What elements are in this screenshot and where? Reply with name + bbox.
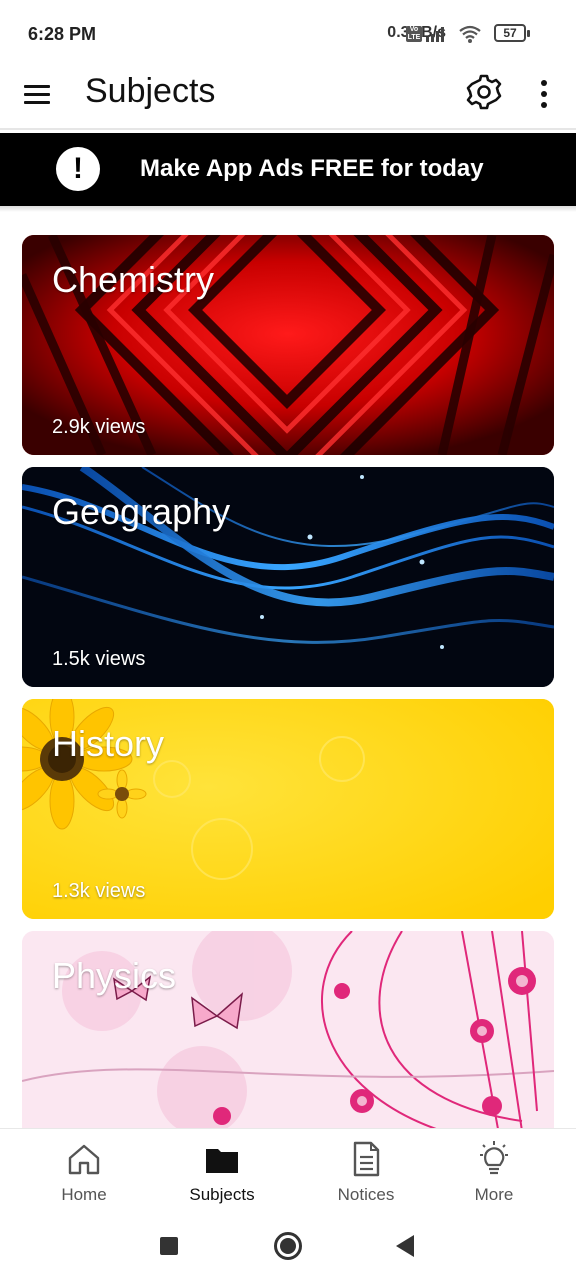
subject-list: Chemistry 2.9k views Geography 1.5k view…: [0, 212, 576, 1128]
more-vert-icon[interactable]: [530, 76, 558, 112]
nav-item-home[interactable]: Home: [29, 1129, 139, 1219]
subject-title: Physics: [52, 955, 177, 996]
nav-item-subjects[interactable]: Subjects: [167, 1129, 277, 1219]
page-title: Subjects: [85, 72, 216, 110]
home-icon: [68, 1144, 100, 1175]
subject-card-history[interactable]: History 1.3k views: [22, 699, 554, 919]
alert-icon: !: [56, 147, 100, 191]
subject-card-physics[interactable]: Physics: [22, 931, 554, 1128]
subject-title: History: [52, 723, 165, 764]
ad-free-banner[interactable]: ! Make App Ads FREE for today: [0, 133, 576, 206]
nav-item-notices[interactable]: Notices: [311, 1129, 421, 1219]
status-time: 6:28 PM: [28, 24, 97, 44]
document-icon: [353, 1141, 380, 1177]
subject-title: Chemistry: [52, 259, 215, 300]
subject-views: 1.5k views: [52, 648, 146, 670]
app-bar: Subjects: [0, 64, 576, 130]
subject-card-geography[interactable]: Geography 1.5k views: [22, 467, 554, 687]
volte-icon: Vo LTE: [406, 26, 422, 42]
subject-views: 1.3k views: [52, 880, 146, 902]
folder-icon: [206, 1149, 238, 1173]
menu-icon[interactable]: [22, 81, 52, 107]
back-icon[interactable]: [396, 1235, 414, 1257]
status-bar: 6:28 PM 0.3KB/s Vo LTE 57: [0, 0, 576, 64]
lightbulb-icon: [480, 1141, 508, 1175]
home-circle-icon[interactable]: [274, 1232, 302, 1260]
wifi-icon: [459, 25, 481, 43]
signal-icon: [426, 26, 448, 42]
subject-views: 2.9k views: [52, 416, 146, 438]
gear-icon[interactable]: [462, 70, 506, 114]
nav-label: Subjects: [189, 1185, 255, 1204]
recents-icon[interactable]: [160, 1237, 178, 1255]
system-nav-bar: [0, 1218, 576, 1280]
status-icons: Vo LTE 57: [406, 24, 546, 48]
battery-icon: 57: [494, 24, 530, 42]
bottom-nav: Home Subjects Notices More: [0, 1128, 576, 1218]
nav-item-more[interactable]: More: [439, 1129, 549, 1219]
subject-title: Geography: [52, 491, 231, 532]
subject-card-chemistry[interactable]: Chemistry 2.9k views: [22, 235, 554, 455]
nav-label: More: [474, 1185, 514, 1204]
ad-free-text: Make App Ads FREE for today: [140, 155, 484, 182]
nav-label: Home: [61, 1185, 107, 1204]
nav-label: Notices: [337, 1185, 395, 1204]
